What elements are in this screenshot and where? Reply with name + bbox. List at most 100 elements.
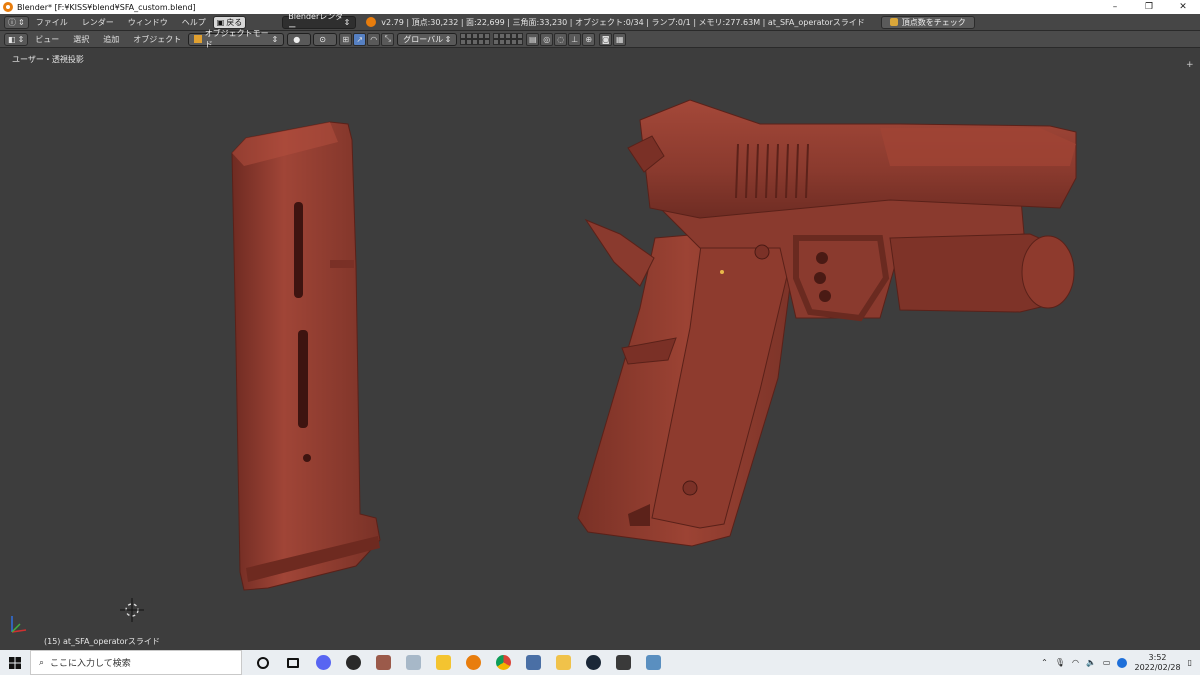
chrome-icon [495,655,511,670]
screen-icon: ▣ [216,17,225,27]
notification-icon[interactable]: ▯ [1188,658,1192,667]
addon-icon [889,18,898,26]
arrow-icon: ↗ [356,34,364,44]
menu-view[interactable]: ビュー [28,34,66,45]
explorer-app[interactable] [548,650,578,675]
menu-select[interactable]: 選択 [66,34,96,45]
window-titlebar: Blender* [F:¥KISS¥blend¥SFA_custom.blend… [0,0,1200,14]
shading-dropdown[interactable]: ● [287,32,312,46]
magnet-icon: ⊥ [571,34,579,44]
menu-object[interactable]: オブジェクト [126,34,188,45]
orientation-label: グローバル [403,34,444,44]
back-button[interactable]: ▣ 戻る [212,15,247,29]
avatar-app[interactable] [368,650,398,675]
orientation-dropdown[interactable]: グローバル ⇕ [397,32,458,46]
magazine-model[interactable] [231,121,381,591]
proportional-icon: ◎ [543,34,551,44]
layer-button[interactable] [484,39,491,45]
restore-button[interactable]: ❐ [1132,0,1166,14]
search-icon: ⌕ [39,657,45,668]
render-animation-button[interactable]: ▦ [613,32,627,46]
layer-button[interactable] [517,39,524,45]
manipulator-toggle[interactable]: ⊞ [339,32,353,46]
gallery-app[interactable] [638,650,668,675]
scale-tool[interactable]: ⤡ [381,32,395,46]
editor-type-button[interactable]: ⓘ ⇕ [4,15,29,29]
rotate-tool[interactable]: ◠ [367,32,381,46]
menu-window[interactable]: ウィンドウ [121,17,175,28]
wifi-icon[interactable]: ◠ [1072,658,1079,667]
menu-file[interactable]: ファイル [29,17,75,28]
lock-icon: ▤ [528,34,537,44]
window-controls: – ❐ ✕ [1098,0,1200,14]
minimize-button[interactable]: – [1098,0,1132,14]
object-mode-icon [194,35,202,43]
active-object-label: (15) at_SFA_operatorスライド [44,637,160,646]
discord-app[interactable] [308,650,338,675]
layer-buttons-2[interactable] [493,33,524,45]
menu-render[interactable]: レンダー [75,17,121,28]
media-app[interactable] [338,650,368,675]
menu-add[interactable]: 追加 [96,34,126,45]
chrome-app[interactable] [488,650,518,675]
gallery-icon [645,655,661,670]
3d-viewport[interactable]: ユーザー・透視投影 + (15) at_SFA_operatorスライド [0,48,1200,650]
blender-app[interactable] [458,650,488,675]
system-tray: ⌃ 🎙 ◠ 🔈 ▭ 3:52 2022/02/28 ▯ [1041,653,1200,673]
chevron-up-icon[interactable]: ⌃ [1041,658,1048,667]
ime-icon[interactable]: ▭ [1103,658,1111,667]
stats-text: v2.79 | 頂点:30,232 | 面:22,699 | 三角面:33,23… [381,17,865,27]
cortana-icon [257,656,269,669]
proportional-edit-toggle[interactable]: ◎ [540,32,554,46]
info-header: ⓘ ⇕ ファイル レンダー ウィンドウ ヘルプ ▣ 戻る Blenderレンダー ⇕ … [0,12,1200,32]
scale-icon: ⤡ [384,34,391,43]
blender-icon [465,655,481,670]
calculator-app[interactable] [608,650,638,675]
view3d-header: ◧ ⇕ ビュー 選択 追加 オブジェクト オブジェクトモード ⇕ ● ⊙ ⊞ ↗ ◠… [0,29,1200,49]
check-vertex-count-button[interactable]: 頂点数をチェック [880,15,975,29]
cortana-button[interactable] [248,650,278,675]
sphere-icon: ● [293,34,301,44]
window-title: Blender* [F:¥KISS¥blend¥SFA_custom.blend… [17,2,196,12]
back-button-label: 戻る [226,17,243,27]
photos-icon [405,655,421,670]
snap-element-toggle[interactable]: ◌ [554,32,568,46]
pivot-dropdown[interactable]: ⊙ [313,32,338,46]
volume-icon[interactable]: 🔈 [1086,658,1096,667]
translate-tool[interactable]: ↗ [353,32,367,46]
menu-help[interactable]: ヘルプ [175,17,213,28]
view-editor-type-button[interactable]: ◧ ⇕ [4,32,29,46]
render-preview-button[interactable]: ◙ [599,32,613,46]
rotate-icon: ◠ [370,34,378,44]
yellow-app-icon [435,655,451,670]
render-engine-dropdown[interactable]: Blenderレンダー ⇕ [282,12,357,32]
info-icon: ⓘ [8,17,16,27]
windows-taskbar: ⌕ ここに入力して検索 ⌃ 🎙 ◠ 🔈 ▭ 3:52 2022/02/28 ▯ [0,650,1200,675]
check-vertex-count-label: 頂点数をチェック [901,17,966,27]
snap-toggle[interactable]: ⊥ [568,32,582,46]
close-button[interactable]: ✕ [1166,0,1200,14]
steam-app[interactable] [578,650,608,675]
avatar-icon [375,655,391,670]
snap-icon: ◌ [557,34,565,44]
calculator-icon [615,655,631,670]
pistol-model[interactable] [577,99,1077,547]
microphone-icon[interactable]: 🎙 [1055,658,1065,667]
photos-app[interactable] [398,650,428,675]
updown-icon: ⇕ [18,17,25,27]
task-view-button[interactable] [278,650,308,675]
tool-app[interactable] [518,650,548,675]
mode-dropdown[interactable]: オブジェクトモード ⇕ [188,29,285,49]
3d-cursor[interactable] [120,598,144,622]
start-button[interactable] [0,650,30,675]
cube-icon: ◧ [8,34,16,44]
folder-icon [555,655,571,670]
layer-lock-toggle[interactable]: ▤ [526,32,540,46]
yellow-app[interactable] [428,650,458,675]
layer-buttons-1[interactable] [460,33,491,45]
onedrive-icon[interactable] [1117,657,1128,668]
pivot-icon: ⊙ [319,34,326,44]
taskbar-search[interactable]: ⌕ ここに入力して検索 [30,650,242,675]
clock[interactable]: 3:52 2022/02/28 [1134,653,1180,673]
snap-target-dropdown[interactable]: ⊕ [582,32,596,46]
